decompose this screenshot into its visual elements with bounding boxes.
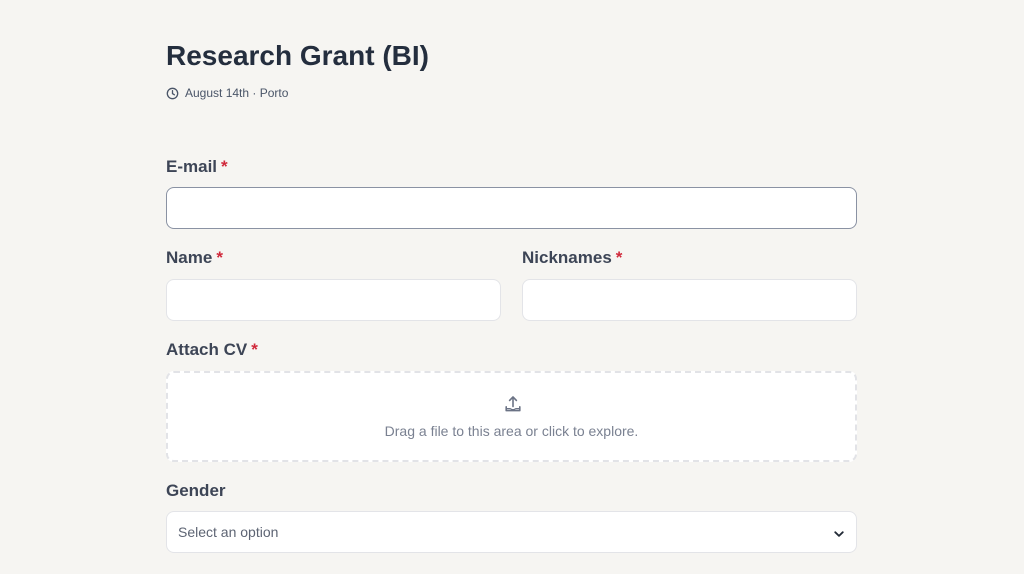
gender-select[interactable]: Select an option xyxy=(166,511,857,553)
nicknames-label: Nicknames * xyxy=(522,248,622,268)
nicknames-label-text: Nicknames xyxy=(522,248,612,267)
cv-label-text: Attach CV xyxy=(166,340,248,359)
event-meta: August 14th · Porto xyxy=(166,86,288,100)
clock-icon xyxy=(166,87,179,100)
gender-label-text: Gender xyxy=(166,481,226,500)
name-label: Name * xyxy=(166,248,223,268)
dropzone-text: Drag a file to this area or click to exp… xyxy=(384,423,639,439)
required-marker: * xyxy=(615,248,623,267)
nicknames-field[interactable] xyxy=(522,279,857,321)
name-label-text: Name xyxy=(166,248,213,267)
cv-dropzone[interactable]: Drag a file to this area or click to exp… xyxy=(166,371,857,462)
page-title: Research Grant (BI) xyxy=(166,40,429,71)
upload-icon xyxy=(503,394,523,414)
form-page: Research Grant (BI) August 14th · Porto … xyxy=(0,0,1024,574)
required-marker: * xyxy=(221,157,228,176)
cv-label: Attach CV * xyxy=(166,340,258,360)
name-field[interactable] xyxy=(166,279,501,321)
email-label: E-mail * xyxy=(166,157,228,177)
event-meta-text: August 14th · Porto xyxy=(185,86,289,100)
required-marker: * xyxy=(251,340,258,359)
gender-label: Gender xyxy=(166,481,226,501)
required-marker: * xyxy=(216,248,223,267)
email-field[interactable] xyxy=(166,187,857,229)
email-label-text: E-mail xyxy=(166,157,218,176)
chevron-down-icon xyxy=(833,527,845,539)
gender-select-value: Select an option xyxy=(178,524,279,540)
